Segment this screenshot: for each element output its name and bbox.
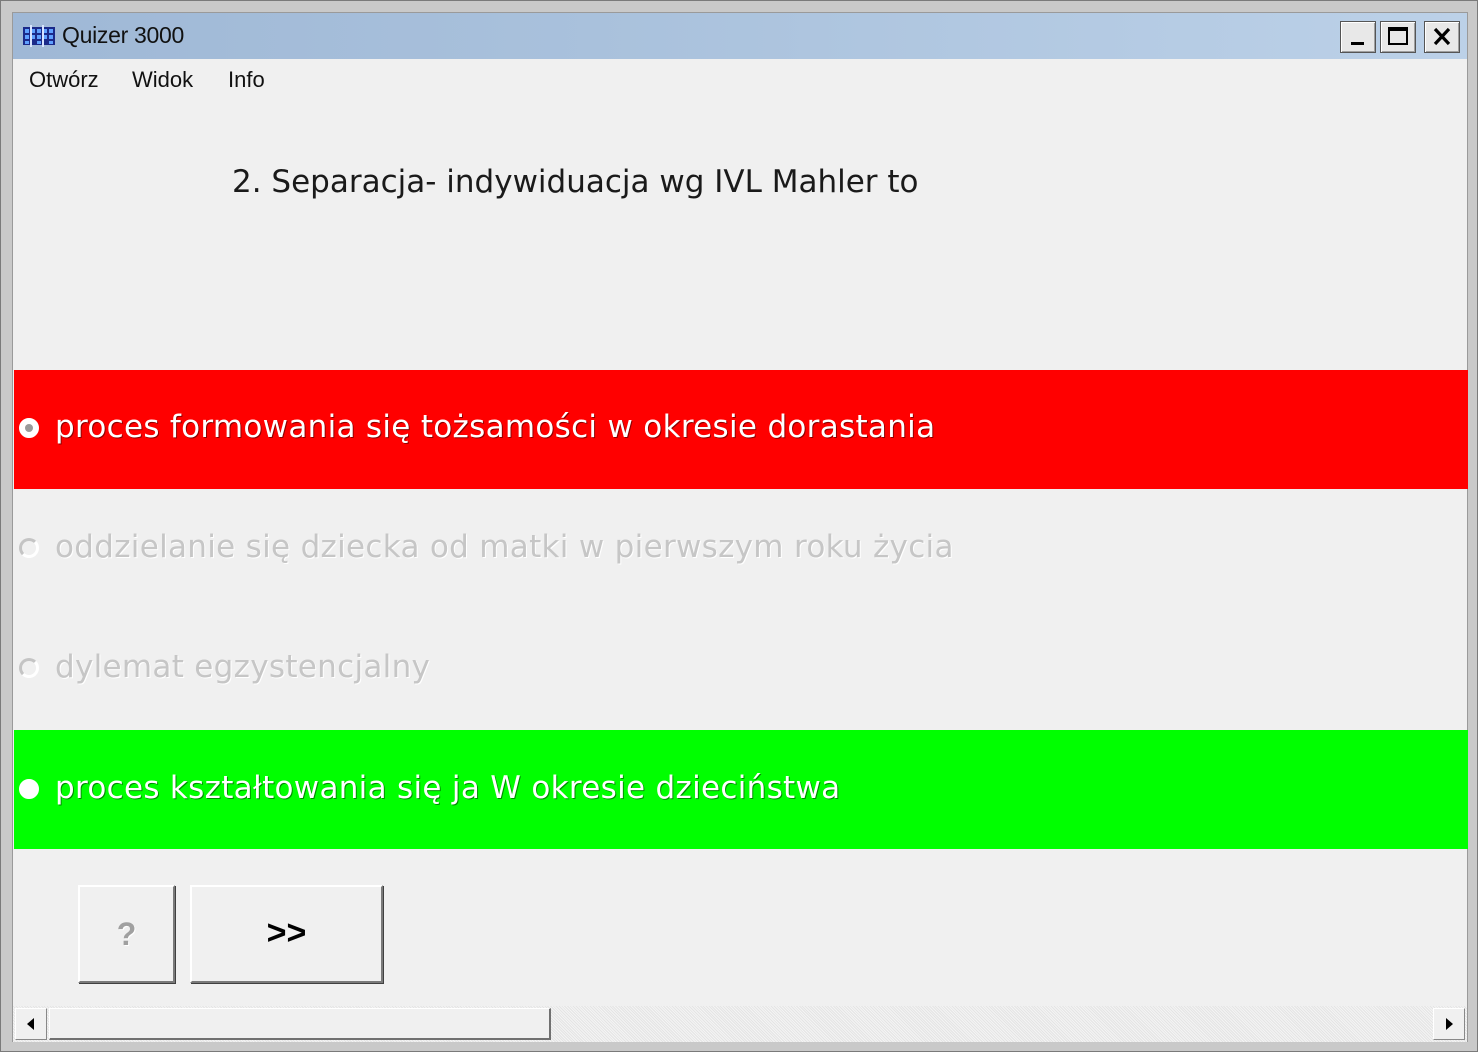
question-text: 2. Separacja- indywiduacja wg IVL Mahler… — [232, 164, 919, 200]
horizontal-scrollbar[interactable] — [13, 1006, 1467, 1042]
close-button[interactable] — [1424, 21, 1460, 53]
answer-option-3[interactable]: dylemat egzystencjalny — [14, 610, 1468, 729]
minimize-button[interactable] — [1340, 21, 1376, 53]
minimize-icon — [1351, 42, 1364, 45]
title-bar[interactable]: Quizer 3000 — [13, 13, 1467, 59]
scroll-left-icon — [27, 1018, 34, 1030]
radio-button-selected[interactable] — [19, 418, 39, 438]
app-grid-icon — [23, 25, 55, 47]
radio-button[interactable] — [19, 658, 39, 678]
menu-open[interactable]: Otwórz — [27, 67, 101, 93]
close-icon — [1433, 27, 1451, 46]
answer-label: oddzielanie się dziecka od matki w pierw… — [55, 529, 954, 565]
menu-view[interactable]: Widok — [130, 67, 195, 93]
scroll-right-button[interactable] — [1433, 1008, 1465, 1040]
scroll-left-button[interactable] — [15, 1008, 47, 1040]
radio-button[interactable] — [19, 538, 39, 558]
answer-label: proces kształtowania się ja W okresie dz… — [55, 770, 841, 806]
maximize-icon — [1388, 27, 1408, 45]
answer-option-4[interactable]: proces kształtowania się ja W okresie dz… — [14, 730, 1468, 849]
window-title: Quizer 3000 — [62, 22, 184, 48]
scroll-right-icon — [1446, 1018, 1453, 1030]
answer-option-2[interactable]: oddzielanie się dziecka od matki w pierw… — [14, 490, 1468, 609]
app-window: Quizer 3000 Otwórz Widok Info 2. Separac… — [0, 0, 1478, 1052]
radio-button[interactable] — [19, 779, 39, 799]
answer-option-1[interactable]: proces formowania się tożsamości w okres… — [14, 370, 1468, 489]
scroll-thumb[interactable] — [49, 1008, 551, 1040]
menu-bar: Otwórz Widok Info — [13, 59, 1467, 101]
hint-button[interactable]: ? — [78, 885, 175, 983]
menu-info[interactable]: Info — [226, 67, 267, 93]
next-question-button[interactable]: >> — [190, 885, 383, 983]
answer-label: proces formowania się tożsamości w okres… — [55, 409, 936, 445]
answer-label: dylemat egzystencjalny — [55, 649, 431, 685]
maximize-button[interactable] — [1380, 21, 1416, 53]
